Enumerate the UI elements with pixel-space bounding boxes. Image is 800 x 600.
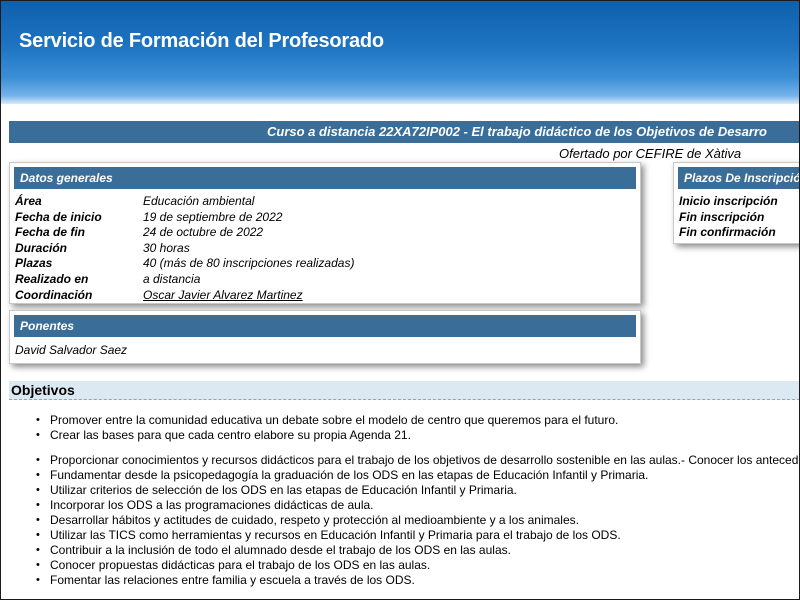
list-item: Incorporar los ODS a las programaciones …	[36, 498, 798, 513]
label-fin-inscripcion: Fin inscripción	[679, 209, 765, 224]
offered-by: Ofertado por CEFIRE de Xàtiva	[559, 146, 742, 161]
label-realizado-en: Realizado en	[15, 271, 89, 286]
row-duracion: Duración 30 horas	[15, 241, 640, 257]
plazos-heading: Plazos De Inscripció	[678, 167, 800, 189]
value-fecha-fin: 24 de octubre de 2022	[143, 225, 264, 240]
list-item: Crear las bases para que cada centro ela…	[36, 428, 618, 443]
row-inicio-inscripcion: Inicio inscripción	[679, 194, 800, 210]
label-area: Área	[15, 194, 42, 208]
list-item: Fomentar las relaciones entre familia y …	[36, 573, 798, 588]
list-item: Promover entre la comunidad educativa un…	[36, 413, 618, 428]
row-fecha-inicio: Fecha de inicio 19 de septiembre de 2022	[15, 210, 640, 226]
datos-generales-panel: Datos generales Área Educación ambiental…	[9, 162, 641, 304]
value-realizado-en: a distancia	[143, 271, 201, 286]
list-item: Utilizar criterios de selección de los O…	[36, 483, 798, 498]
objetivos-list-1: Promover entre la comunidad educativa un…	[0, 413, 618, 443]
label-duracion: Duración	[15, 240, 68, 255]
datos-generales-heading: Datos generales	[14, 167, 636, 189]
page-header: Servicio de Formación del Profesorado	[0, 0, 800, 104]
row-area: Área Educación ambiental	[15, 194, 640, 210]
label-fecha-fin: Fecha de fin	[15, 225, 86, 240]
site-title: Servicio de Formación del Profesorado	[19, 30, 384, 52]
row-coordinacion: Coordinación Oscar Javier Alvarez Martin…	[15, 288, 640, 304]
objetivos-list-2: Proporcionar conocimientos y recursos di…	[0, 453, 798, 588]
ponente-item: David Salvador Saez	[15, 343, 640, 359]
label-plazas: Plazas	[15, 256, 53, 271]
list-item: Conocer propuestas didácticas para el tr…	[36, 558, 798, 573]
ponente-name: David Salvador Saez	[15, 343, 128, 357]
label-inicio-inscripcion: Inicio inscripción	[679, 194, 778, 208]
row-realizado-en: Realizado en a distancia	[15, 272, 640, 288]
label-fin-confirmacion: Fin confirmación	[679, 225, 776, 240]
value-area: Educación ambiental	[143, 194, 255, 208]
coordinator-link[interactable]: Oscar Javier Alvarez Martinez	[143, 288, 303, 304]
row-plazas: Plazas 40 (más de 80 inscripciones reali…	[15, 256, 640, 272]
course-title: Curso a distancia 22XA72IP002 - El traba…	[267, 124, 767, 139]
list-item: Fundamentar desde la psicopedagogía la g…	[36, 468, 798, 483]
ponentes-heading: Ponentes	[14, 315, 636, 337]
label-fecha-inicio: Fecha de inicio	[15, 209, 102, 224]
ponentes-panel: Ponentes David Salvador Saez	[9, 310, 641, 364]
value-plazas: 40 (más de 80 inscripciones realizadas)	[143, 256, 355, 271]
value-fecha-inicio: 19 de septiembre de 2022	[143, 209, 283, 224]
list-item: Contribuir a la inclusión de todo el alu…	[36, 543, 798, 558]
row-fin-confirmacion: Fin confirmación	[679, 225, 800, 241]
course-title-bar: Curso a distancia 22XA72IP002 - El traba…	[9, 121, 800, 143]
row-fin-inscripcion: Fin inscripción	[679, 210, 800, 226]
label-coordinacion: Coordinación	[15, 287, 93, 302]
list-item: Proporcionar conocimientos y recursos di…	[36, 453, 798, 468]
objetivos-heading: Objetivos	[9, 381, 800, 400]
list-item: Utilizar las TICS como herramientas y re…	[36, 528, 798, 543]
row-fecha-fin: Fecha de fin 24 de octubre de 2022	[15, 225, 640, 241]
list-item: Desarrollar hábitos y actitudes de cuida…	[36, 513, 798, 528]
plazos-panel: Plazos De Inscripció Inicio inscripción …	[673, 162, 800, 244]
value-duracion: 30 horas	[143, 240, 190, 255]
